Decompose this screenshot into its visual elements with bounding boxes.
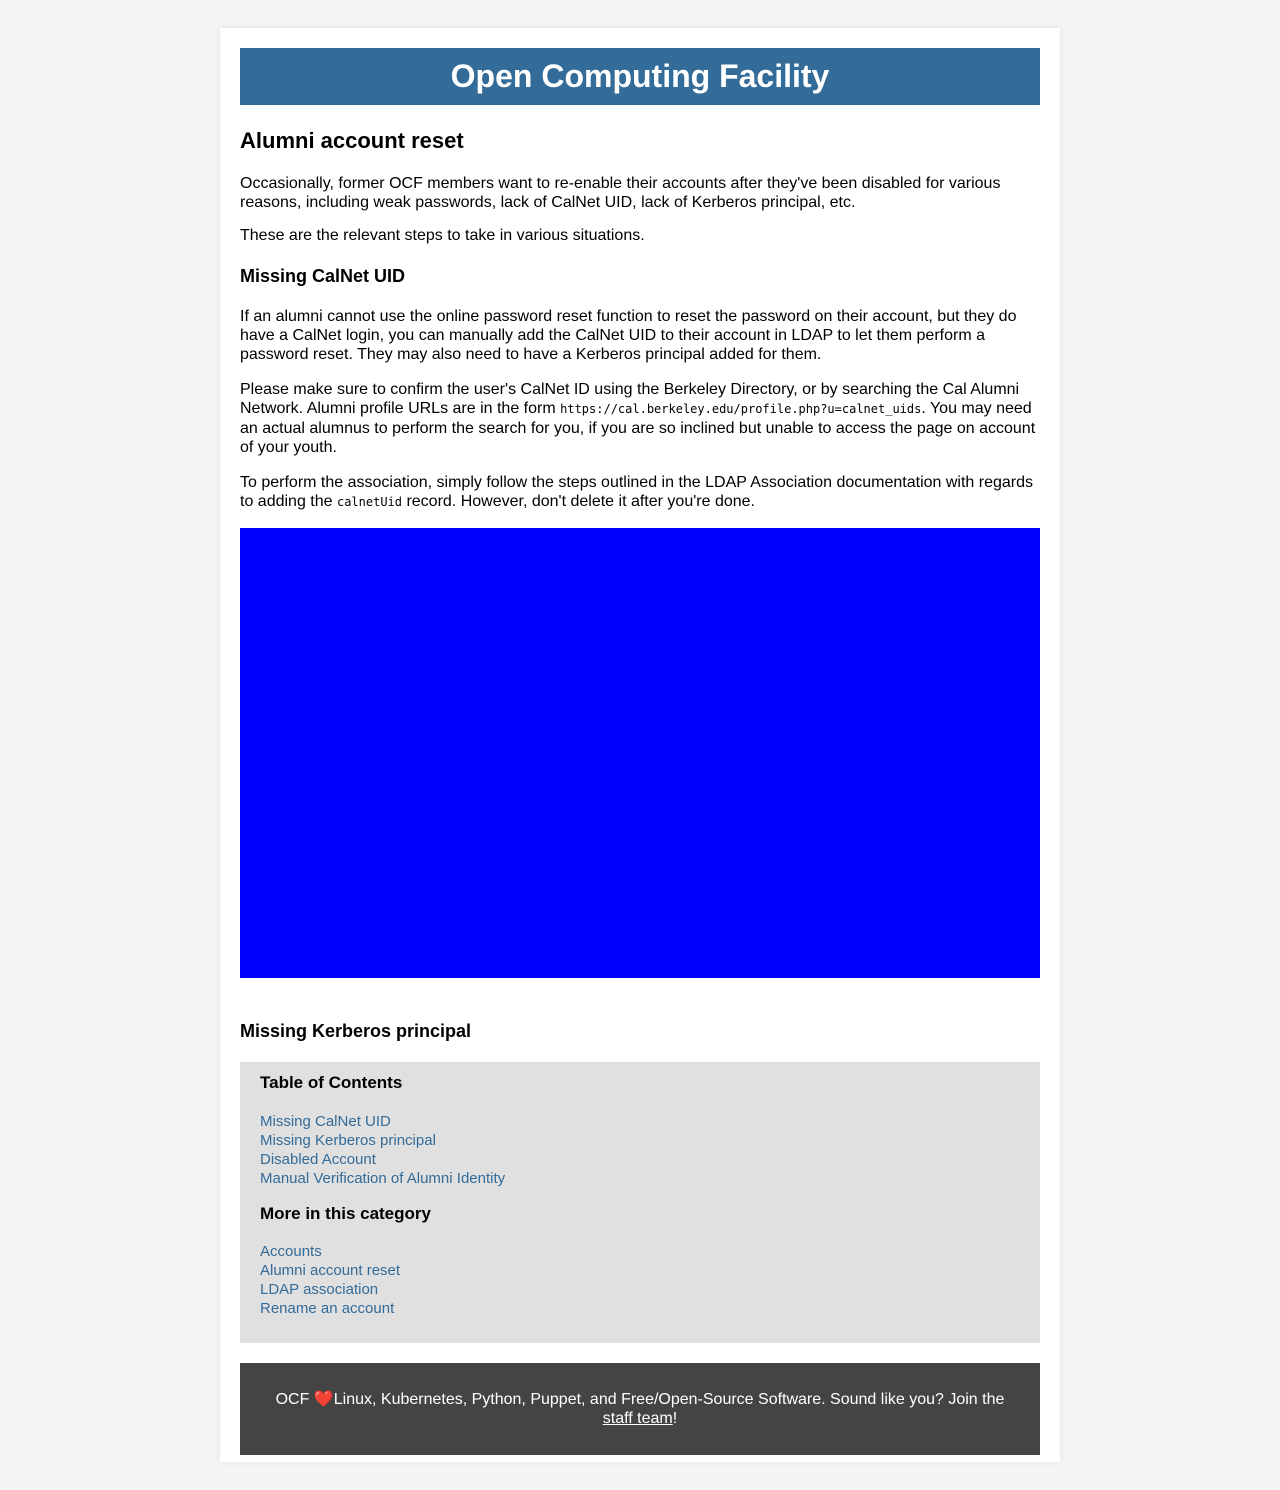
article: Alumni account reset Occasionally, forme… — [240, 128, 1040, 1455]
more-heading: More in this category — [260, 1204, 431, 1223]
kerberos-heading-prefix: Missing — [240, 1021, 313, 1041]
more-item[interactable]: Rename an account — [260, 1299, 400, 1318]
heart-icon: ❤️ — [313, 1391, 334, 1408]
section-heading-kerberos: Missing Kerberos principal — [240, 1020, 1040, 1042]
toc-link-manual-verification[interactable]: Manual Verification of Alumni Identity — [260, 1170, 505, 1187]
embedded-media-block — [240, 528, 1040, 978]
calnet-paragraph-1: If an alumni cannot use the online passw… — [240, 308, 1017, 363]
toc-item[interactable]: Missing CalNet UID — [260, 1112, 505, 1131]
site-title[interactable]: Open Computing Facility — [451, 58, 830, 95]
calnet-paragraph-3-tail: record. However, don't delete it after y… — [402, 493, 755, 510]
more-link-ldap-association[interactable]: LDAP association — [260, 1281, 378, 1298]
more-link-alumni-account-reset[interactable]: Alumni account reset — [260, 1262, 400, 1279]
toc-link-disabled-account[interactable]: Disabled Account — [260, 1151, 376, 1168]
sidebar-toc: Table of Contents Missing CalNet UID Mis… — [240, 1062, 1040, 1343]
intro-steps-paragraph: These are the relevant steps to take in … — [240, 227, 645, 244]
footer-text: OCF ❤️Linux, Kubernetes, Python, Puppet,… — [270, 1390, 1010, 1428]
more-item[interactable]: LDAP association — [260, 1280, 400, 1299]
footer-message: Linux, Kubernetes, Python, Puppet, and F… — [333, 1391, 1005, 1408]
toc-link-missing-kerberos-principal[interactable]: Missing Kerberos principal — [260, 1132, 436, 1149]
more-link-accounts[interactable]: Accounts — [260, 1243, 322, 1260]
more-item[interactable]: Alumni account reset — [260, 1261, 400, 1280]
calnetuid-code: calnetUid — [336, 495, 402, 509]
more-link-rename-account[interactable]: Rename an account — [260, 1300, 394, 1317]
toc-item[interactable]: Missing Kerberos principal — [260, 1131, 505, 1150]
page-container: Open Computing Facility Alumni account r… — [220, 28, 1060, 1462]
intro-paragraph: Occasionally, former OCF members want to… — [240, 175, 1001, 211]
footer-suffix: ! — [672, 1410, 678, 1427]
calnet-paragraph-2: Please make sure to confirm the user's C… — [240, 380, 1040, 457]
toc-heading: Table of Contents — [260, 1073, 403, 1092]
profile-url-code: https://cal.berkeley.edu/profile.php?u=c… — [560, 402, 922, 416]
more-list: Accounts Alumni account reset LDAP assoc… — [260, 1242, 400, 1318]
toc-item[interactable]: Manual Verification of Alumni Identity — [260, 1169, 505, 1188]
article-title: Alumni account reset — [240, 128, 464, 153]
kerberos-heading-link[interactable]: Kerberos principal — [312, 1021, 471, 1041]
toc-item[interactable]: Disabled Account — [260, 1150, 505, 1169]
more-item[interactable]: Accounts — [260, 1242, 400, 1261]
calnet-paragraph-3: To perform the association, simply follo… — [240, 473, 1040, 512]
section-heading-calnet: Missing CalNet UID — [240, 266, 406, 286]
toc-list: Missing CalNet UID Missing Kerberos prin… — [260, 1112, 505, 1188]
toc-link-missing-calnet-uid[interactable]: Missing CalNet UID — [260, 1113, 391, 1130]
site-banner: Open Computing Facility — [240, 48, 1040, 105]
footer-prefix: OCF — [275, 1391, 314, 1408]
site-footer: OCF ❤️Linux, Kubernetes, Python, Puppet,… — [240, 1363, 1040, 1455]
staff-team-link[interactable]: staff team — [603, 1410, 673, 1427]
